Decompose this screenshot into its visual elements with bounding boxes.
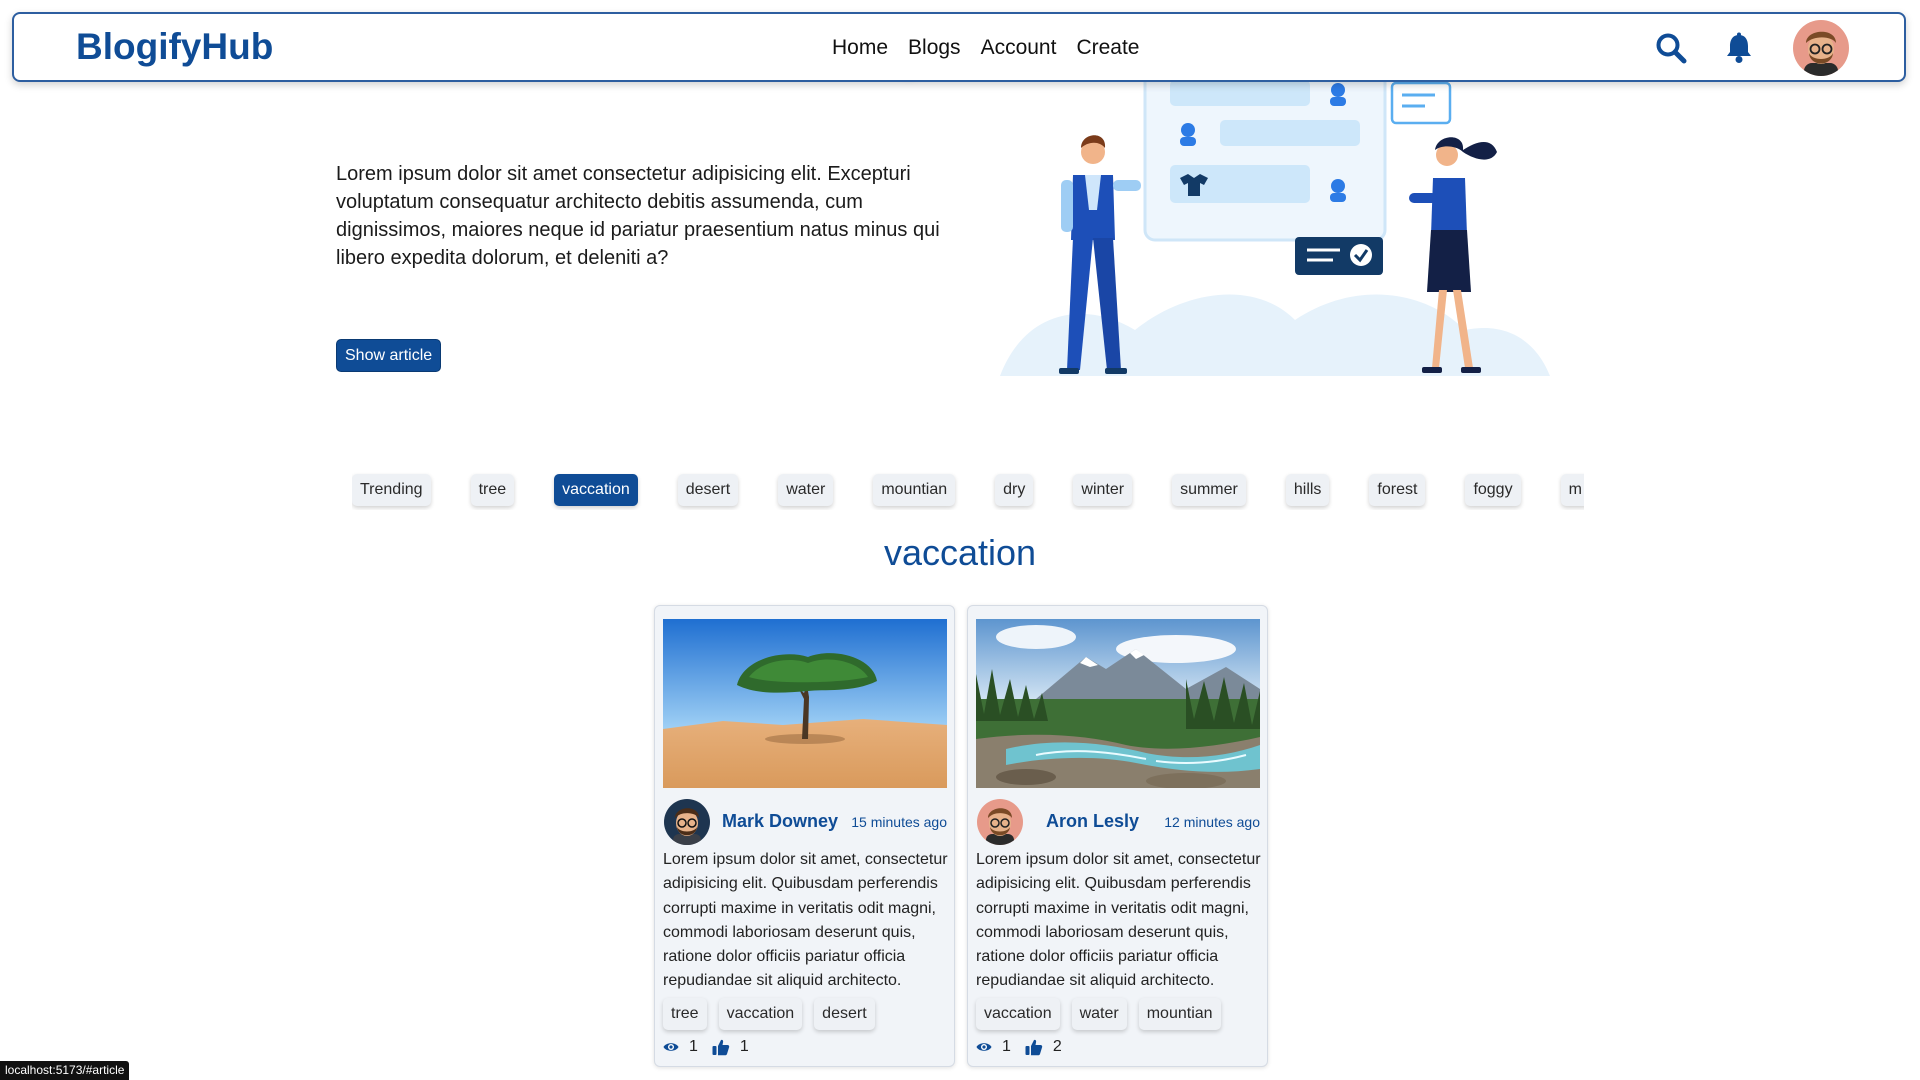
section-title: vaccation (883, 532, 1037, 573)
author-avatar[interactable] (663, 798, 711, 846)
article-card: Aron Lesly 12 minutes ago Lorem ipsum do… (967, 605, 1268, 1067)
views-count: 1 (689, 1038, 698, 1055)
hero-illustration (995, 30, 1555, 382)
thumbs-up-icon[interactable] (1025, 1038, 1043, 1056)
brand-logo[interactable]: BlogifyHub (76, 26, 273, 68)
nav-create[interactable]: Create (1076, 36, 1139, 60)
tag-forest[interactable]: forest (1369, 474, 1426, 506)
nav-blogs[interactable]: Blogs (908, 36, 961, 60)
author-row: Mark Downey 15 minutes ago (663, 798, 947, 846)
author-row: Aron Lesly 12 minutes ago (976, 798, 1260, 846)
author-name[interactable]: Mark Downey (722, 811, 838, 832)
post-time: 15 minutes ago (851, 814, 947, 830)
likes-count: 2 (1052, 1038, 1062, 1055)
user-avatar[interactable] (1792, 19, 1850, 77)
tag-trending[interactable]: Trending (352, 474, 431, 506)
views-count: 1 (1002, 1038, 1011, 1055)
tag-water[interactable]: water (778, 474, 834, 506)
search-icon[interactable] (1654, 31, 1688, 65)
article-card: Mark Downey 15 minutes ago Lorem ipsum d… (654, 605, 955, 1067)
author-avatar[interactable] (976, 798, 1024, 846)
tag-desert[interactable]: desert (677, 474, 739, 506)
hero-description: Lorem ipsum dolor sit amet consectetur a… (336, 163, 940, 269)
article-image[interactable] (663, 619, 947, 788)
card-tag[interactable]: mountian (1138, 998, 1221, 1030)
eye-icon (663, 1039, 679, 1055)
tag-winter[interactable]: winter (1073, 474, 1133, 506)
card-tag[interactable]: tree (663, 998, 707, 1030)
tag-more[interactable]: m (1560, 474, 1584, 506)
card-tag[interactable]: vaccation (976, 998, 1060, 1030)
article-excerpt: Lorem ipsum dolor sit amet, consectetur … (663, 851, 948, 990)
card-tags: vaccation water mountian (976, 998, 1221, 1030)
post-time: 12 minutes ago (1164, 814, 1260, 830)
tag-filter-bar: Trending tree vaccation desert water mou… (352, 470, 1584, 510)
main-nav: Home Blogs Account Create (832, 36, 1139, 60)
card-tags: tree vaccation desert (663, 998, 875, 1030)
tag-foggy[interactable]: foggy (1465, 474, 1521, 506)
tag-tree[interactable]: tree (470, 474, 515, 506)
tag-summer[interactable]: summer (1172, 474, 1246, 506)
thumbs-up-icon[interactable] (712, 1038, 730, 1056)
tag-vaccation[interactable]: vaccation (554, 474, 638, 506)
status-bar-url: localhost:5173/#article (0, 1061, 130, 1080)
tag-mountian[interactable]: mountian (873, 474, 956, 506)
article-image[interactable] (976, 619, 1260, 788)
show-article-button[interactable]: Show article (336, 339, 442, 372)
top-navbar: BlogifyHub Home Blogs Account Create (12, 12, 1906, 82)
nav-home[interactable]: Home (832, 36, 888, 60)
card-tag[interactable]: vaccation (718, 998, 803, 1030)
bell-icon[interactable] (1722, 31, 1756, 65)
article-stats: 1 1 (663, 1038, 763, 1056)
nav-account[interactable]: Account (981, 36, 1057, 60)
article-stats: 1 2 (976, 1038, 1076, 1056)
card-tag[interactable]: desert (814, 998, 875, 1030)
tag-hills[interactable]: hills (1285, 474, 1330, 506)
author-name[interactable]: Aron Lesly (1046, 811, 1139, 832)
likes-count: 1 (739, 1038, 749, 1055)
tag-dry[interactable]: dry (995, 474, 1034, 506)
article-excerpt: Lorem ipsum dolor sit amet, consectetur … (976, 851, 1261, 990)
card-tag[interactable]: water (1071, 998, 1127, 1030)
eye-icon (976, 1039, 992, 1055)
